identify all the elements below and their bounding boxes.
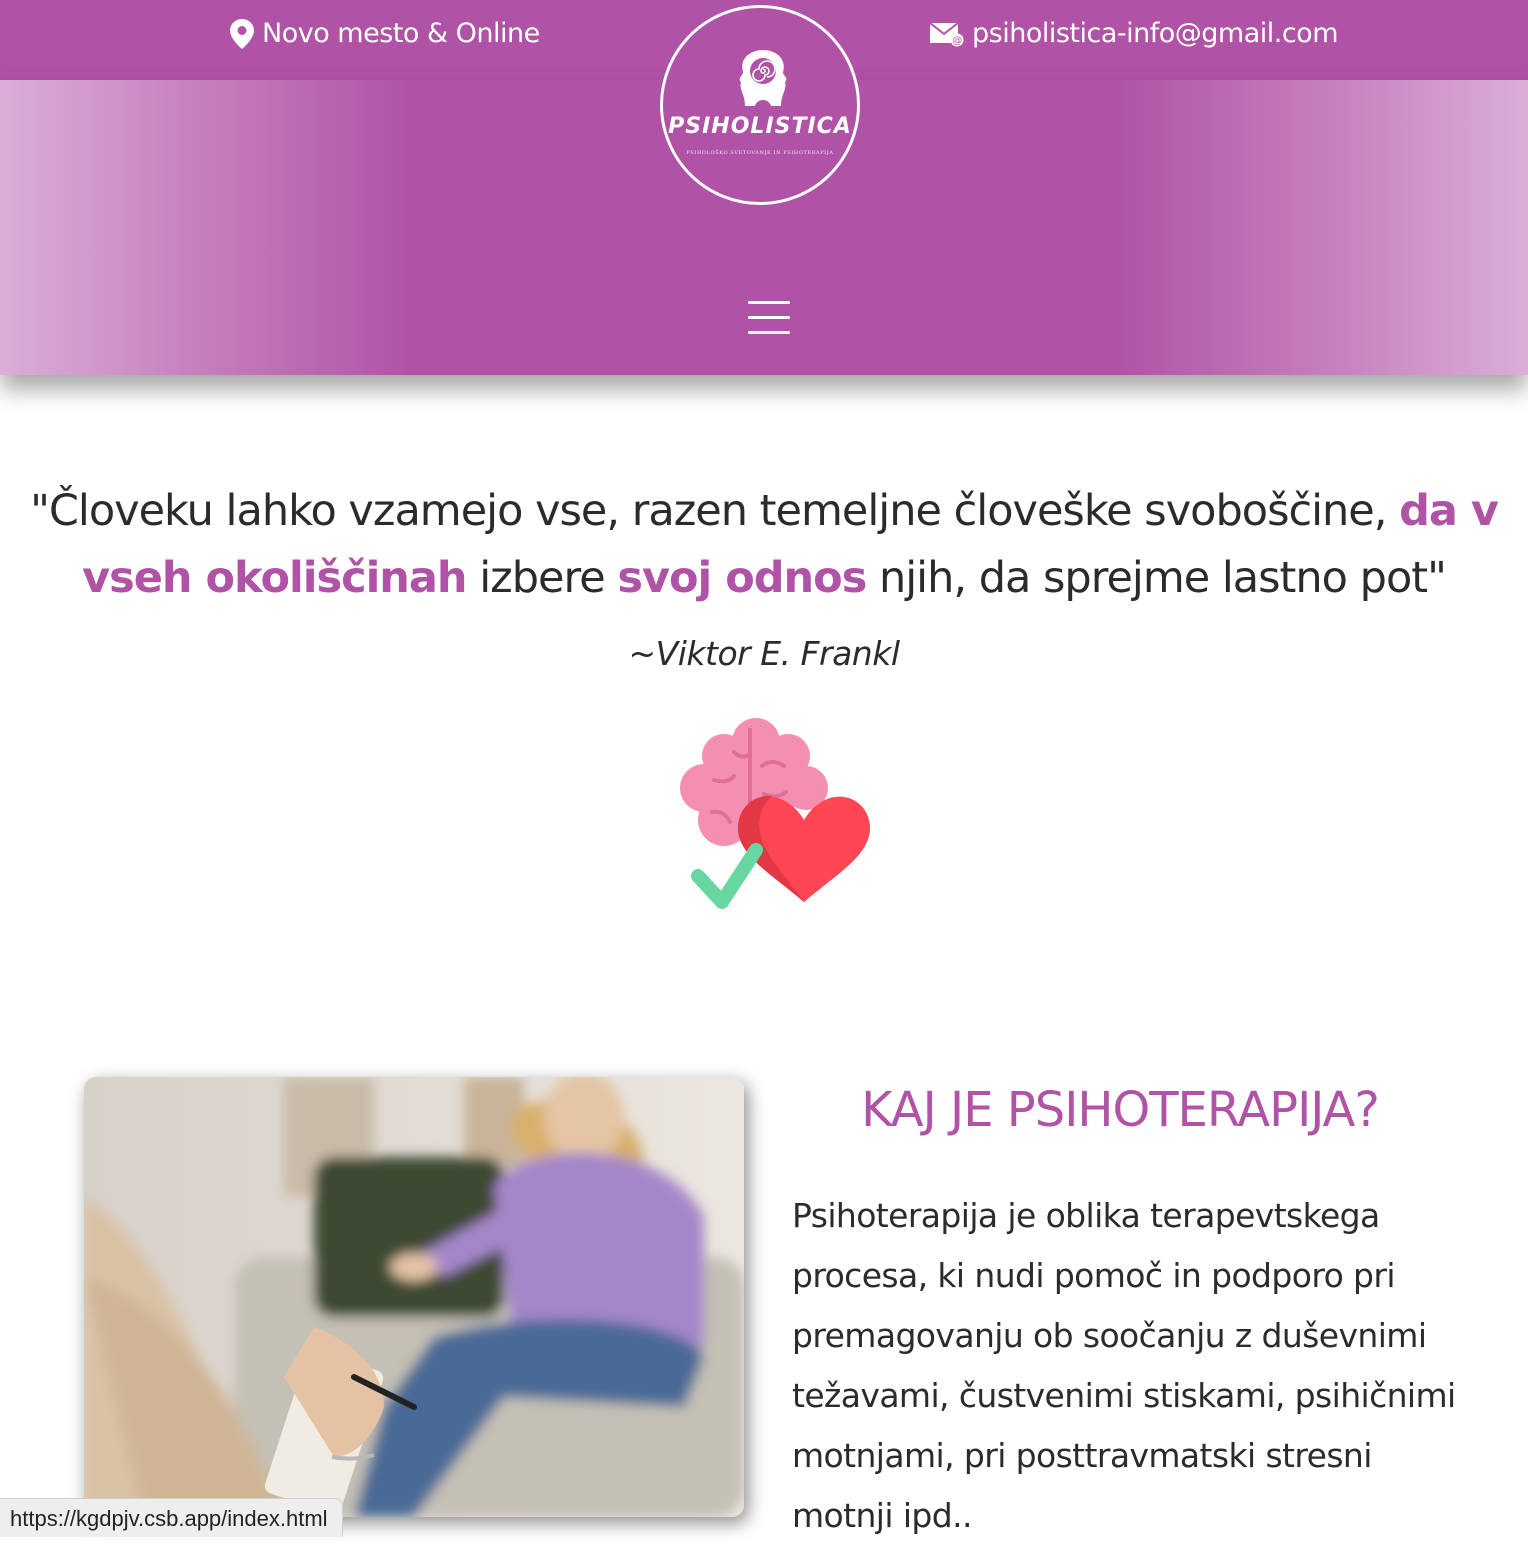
site-logo[interactable]: PSIHOLISTICA PSIHOLOŠKO SVETOVANJE IN PS… bbox=[660, 5, 860, 205]
logo-subtitle: PSIHOLOŠKO SVETOVANJE IN PSIHOTERAPIJA bbox=[686, 150, 834, 156]
email-link[interactable]: @ psiholistica-info@gmail.com bbox=[930, 18, 1339, 49]
quote-part-1: "Človeku lahko vzamejo vse, razen temelj… bbox=[30, 486, 1400, 536]
brain-heart-check-icon bbox=[664, 716, 874, 920]
location-text: Novo mesto & Online bbox=[262, 18, 540, 49]
section-title: KAJ JE PSIHOTERAPIJA? bbox=[861, 1082, 1380, 1138]
logo-title: PSIHOLISTICA bbox=[668, 114, 852, 139]
section-paragraph: Psihoterapija je oblika terapevtskega pr… bbox=[792, 1196, 1456, 1535]
quote-highlight-2: svoj odnos bbox=[617, 553, 867, 603]
quote-author: ~Viktor E. Frankl bbox=[628, 634, 901, 673]
svg-text:@: @ bbox=[952, 35, 962, 46]
quote-part-3: njih, da sprejme lastno pot" bbox=[866, 553, 1447, 603]
logo-face-icon bbox=[737, 48, 789, 115]
map-pin-icon bbox=[230, 18, 254, 49]
therapy-session-photo bbox=[84, 1077, 744, 1517]
location-info[interactable]: Novo mesto & Online bbox=[230, 18, 540, 49]
status-bar-url: https://kgdpjv.csb.app/index.html bbox=[0, 1498, 343, 1537]
hamburger-menu-icon[interactable] bbox=[748, 299, 790, 335]
quote-part-2: izbere bbox=[466, 553, 618, 603]
email-text: psiholistica-info@gmail.com bbox=[972, 18, 1339, 49]
quote-text: "Človeku lahko vzamejo vse, razen temelj… bbox=[20, 478, 1508, 612]
email-icon: @ bbox=[930, 21, 964, 47]
